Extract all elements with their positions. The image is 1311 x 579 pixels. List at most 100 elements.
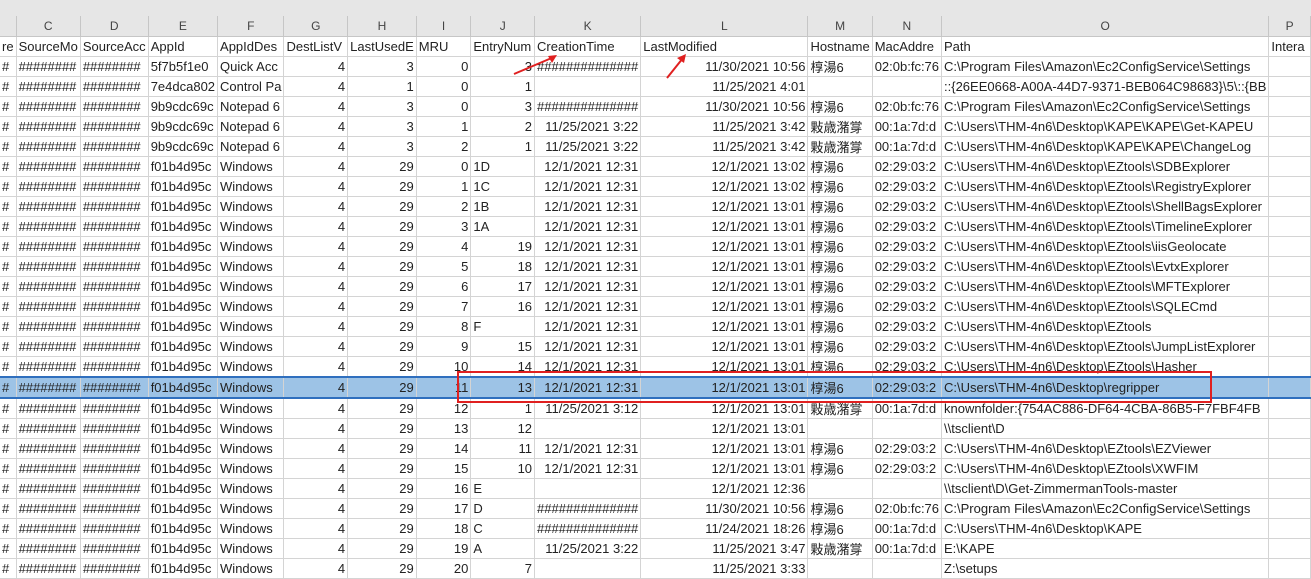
table-cell[interactable]: # xyxy=(0,156,17,177)
table-cell[interactable]: ######## xyxy=(80,96,149,117)
table-cell[interactable]: # xyxy=(0,518,17,539)
table-cell[interactable]: C:\Users\THM-4n6\Desktop\EZtools\ShellBa… xyxy=(941,196,1270,217)
table-cell[interactable]: 4 xyxy=(416,236,472,257)
table-cell[interactable] xyxy=(807,76,873,97)
table-cell[interactable]: # xyxy=(0,236,17,257)
table-cell[interactable]: 椁湯6 xyxy=(807,458,873,479)
table-cell[interactable] xyxy=(1268,438,1311,459)
table-cell[interactable]: Notepad 6 xyxy=(217,96,285,117)
table-cell[interactable]: 12/1/2021 12:31 xyxy=(534,256,642,277)
table-cell[interactable]: ############## xyxy=(534,498,642,519)
table-cell[interactable]: ######## xyxy=(16,356,81,377)
table-cell[interactable]: ######## xyxy=(16,336,81,357)
table-cell[interactable] xyxy=(1268,136,1311,157)
table-row[interactable]: # ######## ######## f01b4d95c Windows 4 29 16 E 1… xyxy=(0,478,1311,499)
table-cell[interactable]: 7e4dca802 xyxy=(148,76,219,97)
table-cell[interactable]: 11/25/2021 3:12 xyxy=(534,397,642,419)
table-cell[interactable]: 9b9cdc69c xyxy=(148,136,219,157)
table-cell[interactable]: ######## xyxy=(16,538,81,559)
table-cell[interactable]: 17 xyxy=(470,276,536,297)
header-cell[interactable]: SourceAcc xyxy=(80,36,149,57)
table-cell[interactable] xyxy=(1268,276,1311,297)
table-cell[interactable]: 3 xyxy=(347,56,417,77)
table-cell[interactable]: C:\Users\THM-4n6\Desktop\KAPE\KAPE\Chang… xyxy=(941,136,1270,157)
table-cell[interactable]: 4 xyxy=(283,558,349,579)
table-cell[interactable] xyxy=(1268,296,1311,317)
table-cell[interactable]: f01b4d95c xyxy=(148,216,219,237)
column-letter[interactable]: J xyxy=(470,16,536,37)
table-cell[interactable] xyxy=(1268,336,1311,357)
table-cell[interactable]: 29 xyxy=(347,256,417,277)
table-cell[interactable]: 15 xyxy=(470,336,536,357)
table-cell[interactable]: 12/1/2021 12:31 xyxy=(534,216,642,237)
table-cell[interactable]: ######## xyxy=(16,76,81,97)
table-cell[interactable]: 4 xyxy=(283,397,349,419)
table-cell[interactable]: 18 xyxy=(416,518,472,539)
table-cell[interactable]: ######## xyxy=(16,276,81,297)
table-cell[interactable]: 29 xyxy=(347,156,417,177)
column-letter[interactable]: G xyxy=(283,16,349,37)
table-cell[interactable] xyxy=(807,478,873,499)
table-cell[interactable]: 12/1/2021 13:01 xyxy=(640,336,809,357)
table-cell[interactable] xyxy=(872,558,943,579)
table-cell[interactable]: 4 xyxy=(283,76,349,97)
table-cell[interactable]: 29 xyxy=(347,478,417,499)
table-cell[interactable]: 02:29:03:2 xyxy=(872,356,943,377)
table-cell[interactable]: 椁湯6 xyxy=(807,356,873,377)
table-cell[interactable]: 29 xyxy=(347,418,417,439)
table-cell[interactable]: 4 xyxy=(283,236,349,257)
table-cell[interactable]: 1 xyxy=(347,76,417,97)
table-cell[interactable]: # xyxy=(0,458,17,479)
table-row[interactable]: # ######## ######## 9b9cdc69c Notepad 643211… xyxy=(0,136,1311,157)
table-cell[interactable]: # xyxy=(0,418,17,439)
table-cell[interactable]: f01b4d95c xyxy=(148,558,219,579)
table-cell[interactable]: ######## xyxy=(80,236,149,257)
table-cell[interactable] xyxy=(872,76,943,97)
table-cell[interactable]: 02:29:03:2 xyxy=(872,438,943,459)
table-cell[interactable]: Z:\setups xyxy=(941,558,1270,579)
table-cell[interactable]: Windows xyxy=(217,236,285,257)
table-cell[interactable]: 02:29:03:2 xyxy=(872,276,943,297)
table-cell[interactable]: # xyxy=(0,296,17,317)
table-cell[interactable]: Quick Acc xyxy=(217,56,285,77)
table-row[interactable]: # ######## ######## f01b4d95c Windows 4 29 12 1 1… xyxy=(0,397,1311,419)
table-cell[interactable]: ######## xyxy=(80,156,149,177)
table-cell[interactable]: f01b4d95c xyxy=(148,156,219,177)
table-cell[interactable]: # xyxy=(0,96,17,117)
table-cell[interactable]: f01b4d95c xyxy=(148,478,219,499)
table-cell[interactable]: 4 xyxy=(283,216,349,237)
table-cell[interactable]: # xyxy=(0,276,17,297)
table-cell[interactable]: 敤歳潴牚 xyxy=(807,538,873,559)
table-cell[interactable]: ######## xyxy=(16,458,81,479)
table-cell[interactable]: 4 xyxy=(283,438,349,459)
table-cell[interactable]: 02:29:03:2 xyxy=(872,236,943,257)
table-cell[interactable]: ######## xyxy=(80,458,149,479)
table-cell[interactable]: 12/1/2021 12:31 xyxy=(534,156,642,177)
table-cell[interactable]: 12/1/2021 13:01 xyxy=(640,196,809,217)
table-cell[interactable]: ######## xyxy=(80,76,149,97)
table-cell[interactable] xyxy=(1268,96,1311,117)
table-cell[interactable]: 4 xyxy=(283,256,349,277)
table-cell[interactable]: f01b4d95c xyxy=(148,418,219,439)
table-cell[interactable] xyxy=(534,418,642,439)
table-cell[interactable]: 12/1/2021 13:01 xyxy=(640,256,809,277)
table-row[interactable]: # ######## ######## f01b4d95c Windows 4 29 7 16 1… xyxy=(0,296,1311,317)
column-letter[interactable]: I xyxy=(416,16,472,37)
table-cell[interactable]: Windows xyxy=(217,397,285,419)
table-cell[interactable]: 29 xyxy=(347,196,417,217)
table-cell[interactable]: 3 xyxy=(416,216,472,237)
table-cell[interactable]: ######## xyxy=(16,196,81,217)
table-cell[interactable]: C xyxy=(470,518,536,539)
table-cell[interactable]: 12/1/2021 13:01 xyxy=(640,316,809,337)
table-cell[interactable]: C:\Program Files\Amazon\Ec2ConfigService… xyxy=(941,498,1270,519)
table-cell[interactable]: 椁湯6 xyxy=(807,196,873,217)
table-cell[interactable]: 02:29:03:2 xyxy=(872,176,943,197)
table-cell[interactable]: Windows xyxy=(217,216,285,237)
table-cell[interactable]: 12/1/2021 12:31 xyxy=(534,236,642,257)
table-row[interactable]: # ######## ######## f01b4d95c Windows 4 29 2 1B 1… xyxy=(0,196,1311,217)
table-cell[interactable]: 29 xyxy=(347,538,417,559)
table-cell[interactable]: Windows xyxy=(217,196,285,217)
table-cell[interactable]: # xyxy=(0,196,17,217)
table-cell[interactable] xyxy=(1268,116,1311,137)
table-cell[interactable]: ######## xyxy=(80,478,149,499)
